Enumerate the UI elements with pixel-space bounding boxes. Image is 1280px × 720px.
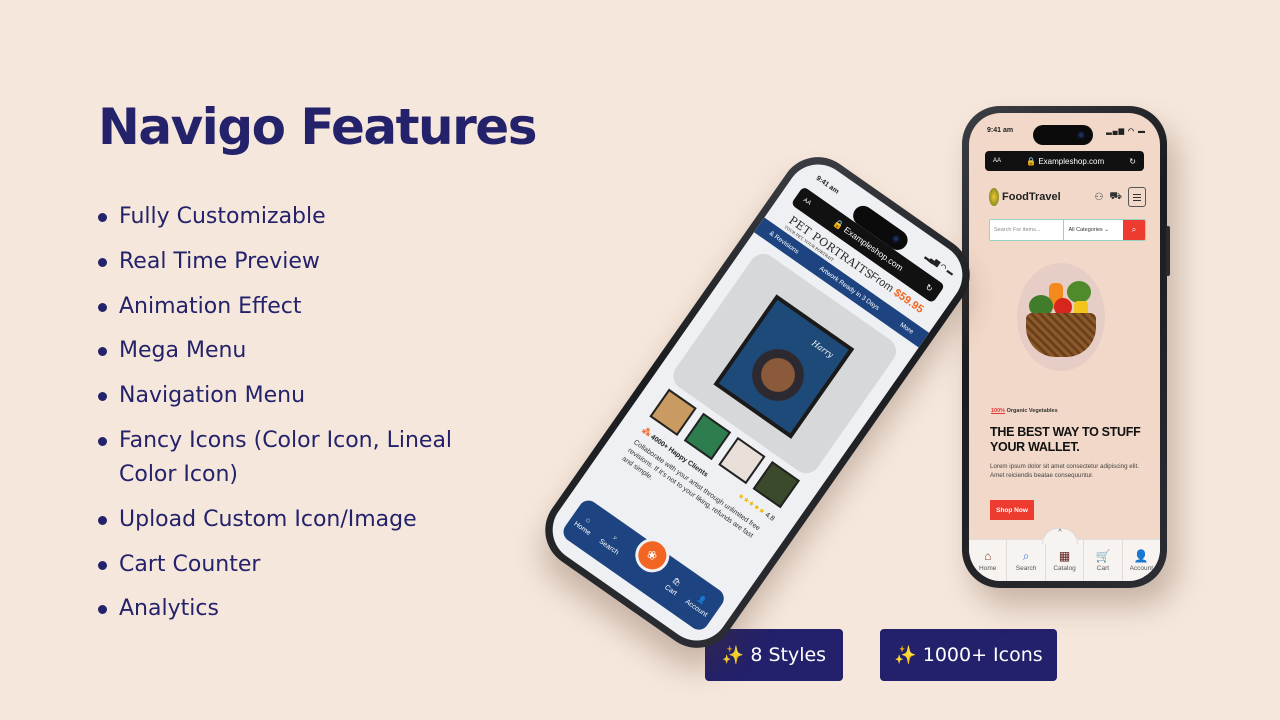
feature-item: Cart Counter <box>98 548 458 582</box>
nav-label: Home <box>572 520 593 537</box>
nav-item-home[interactable]: ⌂ Home <box>969 540 1008 581</box>
cart-icon[interactable]: ⛟ <box>1109 191 1122 204</box>
bottom-navigation: ^ ⌂ Home ⌕ Search ▦ Catalog 🛒 Cart 👤 Account <box>969 528 1160 581</box>
food-phone-mockup: 9:41 am ▂▄▆ ◠ ▬ AA 🔒 Exampleshop.com ↻ F… <box>962 106 1170 588</box>
reload-icon[interactable]: ↻ <box>923 281 936 294</box>
url-bar[interactable]: AA 🔒 Exampleshop.com ↻ <box>985 151 1144 171</box>
page-title: Navigo Features <box>98 98 537 156</box>
nav-center-button[interactable]: ❀ <box>628 531 676 579</box>
hero-body: Lorem ipsum dolor sit amet consectetur a… <box>990 463 1139 479</box>
banner-item: More <box>898 321 915 336</box>
thumbnail-image[interactable] <box>649 388 697 437</box>
nav-label: Account <box>1129 564 1154 572</box>
nav-expand-toggle[interactable]: ^ <box>1042 528 1078 544</box>
pet-phone-screen: 9:41 am ▂▄▆ ◠ ▬ AA 🔒 Exampleshop.com ↻ P… <box>540 151 975 654</box>
camera-icon <box>890 233 902 245</box>
feature-item: Fully Customizable <box>98 200 458 234</box>
nav-label: Home <box>979 564 997 572</box>
nav-item-account[interactable]: 👤 Account <box>1123 540 1160 581</box>
account-icon: 👤 <box>696 594 708 606</box>
status-time: 9:41 am <box>987 127 1014 134</box>
thumbnail-image[interactable] <box>752 460 800 509</box>
store-header: FoodTravel ⚇ ⛟ <box>989 187 1146 207</box>
user-icon[interactable]: ⚇ <box>1094 192 1103 203</box>
search-button[interactable]: ⌕ <box>1123 220 1145 240</box>
nav-item-search[interactable]: ⌕ Search <box>1007 540 1046 581</box>
broccoli-image <box>1067 281 1091 303</box>
tag-text: Organic Vegetables <box>1005 408 1058 414</box>
pet-phone-mockup: 9:41 am ▂▄▆ ◠ ▬ AA 🔒 Exampleshop.com ↻ P… <box>530 142 985 663</box>
status-bar: 9:41 am ▂▄▆ ◠ ▬ <box>987 127 1146 135</box>
icons-badge: ✨ 1000+ Icons <box>880 629 1057 681</box>
grid-icon: ❀ <box>643 546 661 564</box>
search-icon: ⌕ <box>611 534 619 543</box>
sparkles-icon: ✨ <box>894 644 917 666</box>
category-select[interactable]: All Categories ⌄ <box>1064 220 1123 240</box>
feature-list: Fully Customizable Real Time Preview Ani… <box>98 200 458 637</box>
portrait-frame: Harry <box>713 294 855 439</box>
feature-item: Analytics <box>98 592 458 626</box>
status-time: 9:41 am <box>814 174 840 196</box>
account-icon: 👤 <box>1133 548 1149 563</box>
feature-item: Upload Custom Icon/Image <box>98 503 458 537</box>
search-icon: ⌕ <box>1022 548 1030 563</box>
cart-icon: 🛍 <box>670 577 682 588</box>
thumbnail-image[interactable] <box>683 412 732 461</box>
nav-label: Catalog <box>1053 564 1076 572</box>
nav-item-account[interactable]: 👤 Account <box>684 589 715 619</box>
shop-now-button[interactable]: Shop Now <box>990 500 1034 520</box>
nav-label: Search <box>1015 564 1037 572</box>
thumbnail-image[interactable] <box>718 436 766 485</box>
portrait-name: Harry <box>810 338 835 360</box>
feature-item: Fancy Icons (Color Icon, Lineal Color Ic… <box>98 424 458 492</box>
menu-icon[interactable] <box>1128 187 1146 207</box>
nav-item-search[interactable]: ⌕ Search <box>598 529 626 556</box>
nav-item-cart[interactable]: 🛒 Cart <box>1084 540 1123 581</box>
sparkles-icon: ✨ <box>721 644 745 666</box>
cart-icon: 🛒 <box>1095 548 1111 563</box>
catalog-icon: ▦ <box>1058 548 1071 563</box>
side-button <box>1166 226 1170 276</box>
search-bar: Search For items... All Categories ⌄ ⌕ <box>989 219 1146 241</box>
nav-item-cart[interactable]: 🛍 Cart <box>663 575 684 597</box>
feature-item: Mega Menu <box>98 334 458 368</box>
signal-icon: ▂▄▆ ◠ ▬ <box>1106 128 1146 135</box>
icons-badge-label: 1000+ Icons <box>922 644 1043 666</box>
nav-item-home[interactable]: ⌂ Home <box>573 512 598 537</box>
home-icon: ⌂ <box>584 516 592 525</box>
styles-badge-label: 8 Styles <box>750 644 827 666</box>
text-size-button[interactable]: AA <box>993 158 1001 164</box>
tag-highlight: 100% <box>991 408 1006 414</box>
url-text: 🔒 Exampleshop.com <box>1026 156 1105 166</box>
home-icon: ⌂ <box>984 548 992 563</box>
nav-label: Cart <box>1096 564 1110 572</box>
feature-item: Animation Effect <box>98 290 458 324</box>
logo-icon <box>989 188 999 206</box>
feature-item: Navigation Menu <box>98 379 458 413</box>
nav-label: Search <box>597 538 620 557</box>
nav-item-catalog[interactable]: ▦ Catalog <box>1046 540 1085 581</box>
brand-name[interactable]: FoodTravel <box>1002 191 1094 203</box>
dog-portrait-image: Harry <box>718 299 849 434</box>
text-size-button[interactable]: AA <box>802 197 812 207</box>
product-tag: 100% Organic Vegetables <box>991 408 1058 414</box>
reload-icon[interactable]: ↻ <box>1129 157 1136 166</box>
hero-headline: THE BEST WAY TO STUFF YOUR WALLET. <box>990 425 1141 454</box>
food-phone-screen: 9:41 am ▂▄▆ ◠ ▬ AA 🔒 Exampleshop.com ↻ F… <box>969 113 1160 581</box>
feature-item: Real Time Preview <box>98 245 458 279</box>
rating-value: 4.8 <box>763 511 776 523</box>
styles-badge: ✨ 8 Styles <box>705 629 843 681</box>
search-input[interactable]: Search For items... <box>990 220 1065 240</box>
